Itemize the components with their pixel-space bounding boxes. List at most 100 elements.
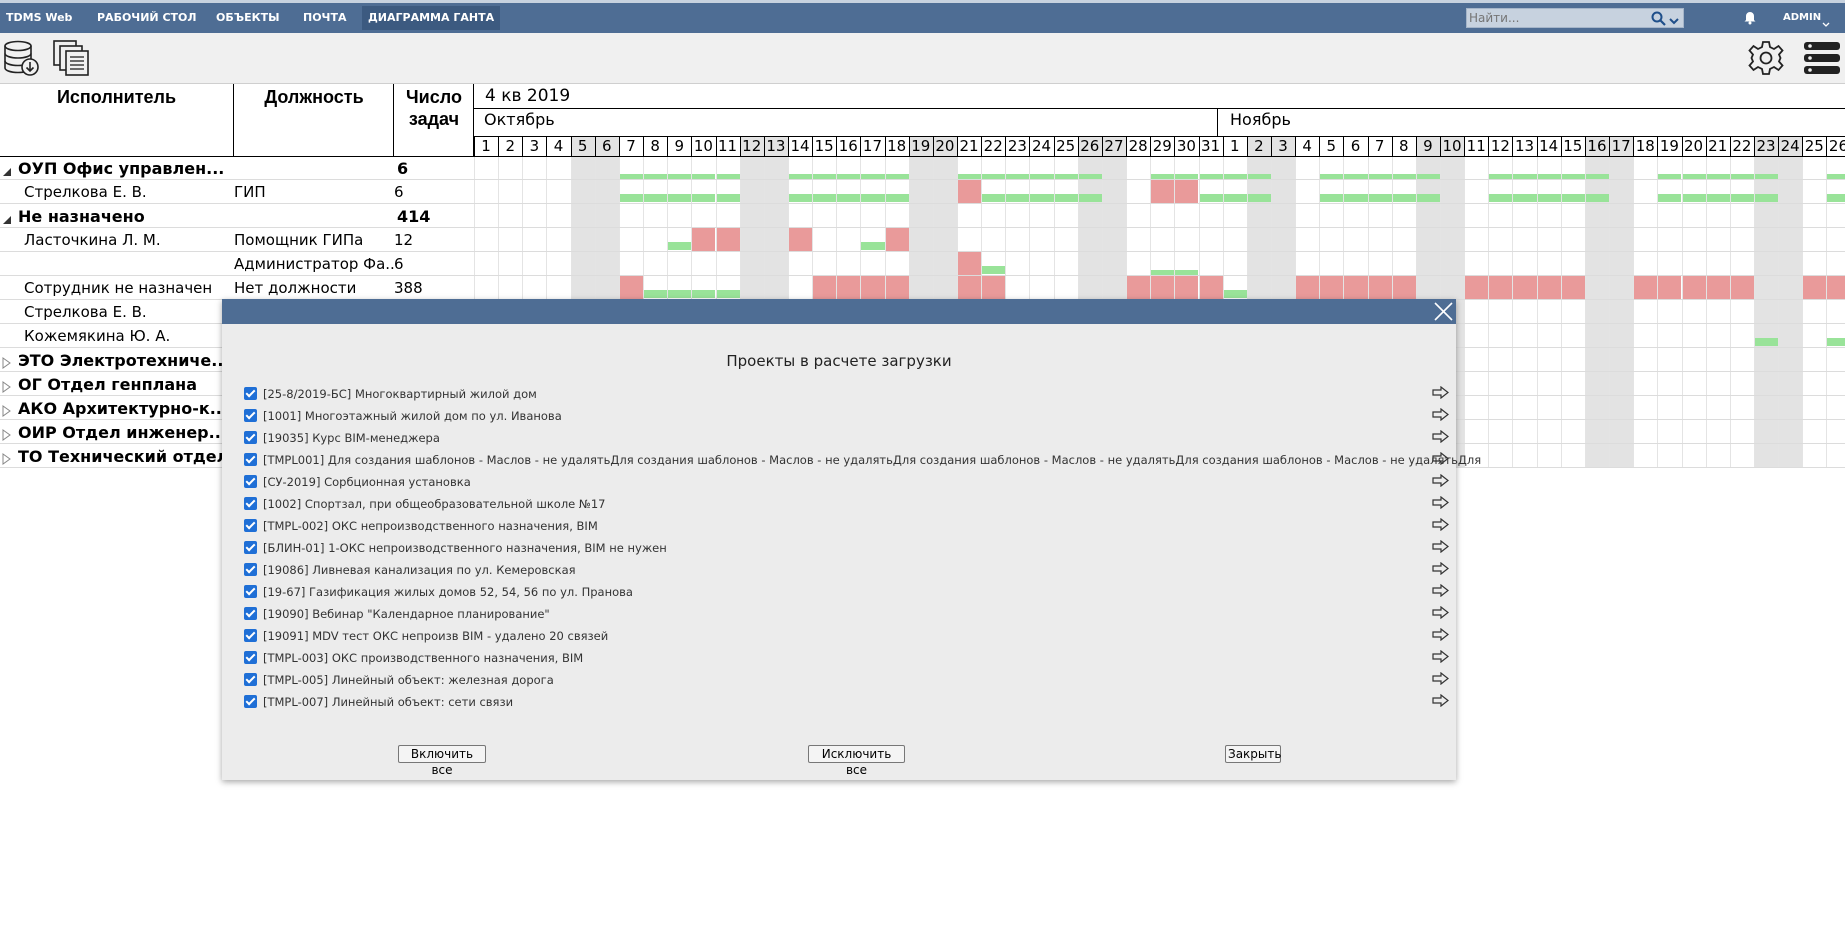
header-task-count-line2[interactable]: задач [395, 109, 473, 130]
open-project-arrow-icon[interactable] [1432, 384, 1449, 403]
project-checkbox[interactable] [244, 497, 257, 510]
load-bar [1488, 194, 1513, 202]
load-bar [1295, 276, 1320, 300]
project-checkbox[interactable] [244, 585, 257, 598]
bell-icon[interactable] [1743, 9, 1757, 29]
nav-item-gantt[interactable]: ДИАГРАММА ГАНТА [362, 6, 501, 30]
executor-name[interactable]: Стрелкова Е. В. [24, 303, 229, 321]
open-project-arrow-icon[interactable] [1432, 560, 1449, 579]
header-task-count-line1[interactable]: Число [395, 87, 473, 108]
project-checkbox[interactable] [244, 431, 257, 444]
project-label[interactable]: [TMPL001] Для создания шаблонов - Маслов… [263, 453, 1481, 467]
project-label[interactable]: [БЛИН-01] 1-ОКС непроизводственного назн… [263, 541, 667, 555]
project-checkbox[interactable] [244, 387, 257, 400]
project-label[interactable]: [СУ-2019] Сорбционная установка [263, 475, 471, 489]
open-project-arrow-icon[interactable] [1432, 582, 1449, 601]
dialog-title: Проекты в расчете загрузки [726, 352, 952, 370]
load-bar [1367, 194, 1392, 202]
project-label[interactable]: [19086] Ливневая канализация по ул. Кеме… [263, 563, 576, 577]
open-project-arrow-icon[interactable] [1432, 538, 1449, 557]
database-download-icon[interactable] [3, 39, 39, 81]
project-checkbox[interactable] [244, 695, 257, 708]
day-number: 9 [1423, 137, 1433, 155]
project-checkbox[interactable] [244, 519, 257, 532]
project-label[interactable]: [1001] Многоэтажный жилой дом по ул. Ива… [263, 409, 562, 423]
open-project-arrow-icon[interactable] [1432, 604, 1449, 623]
day-number: 9 [674, 137, 685, 155]
executor-name[interactable]: Кожемякина Ю. А. [24, 327, 229, 345]
open-project-arrow-icon[interactable] [1432, 692, 1449, 711]
project-checkbox[interactable] [244, 563, 257, 576]
open-project-arrow-icon[interactable] [1432, 450, 1449, 469]
load-bar [1319, 194, 1344, 202]
nav-item-objects[interactable]: ОБЪЕКТЫ [210, 6, 285, 30]
project-checkbox[interactable] [244, 541, 257, 554]
project-checkbox[interactable] [244, 409, 257, 422]
project-checkbox[interactable] [244, 475, 257, 488]
load-bar [643, 194, 668, 202]
open-project-arrow-icon[interactable] [1432, 626, 1449, 645]
group-name[interactable]: ОУП Офис управлен... [18, 159, 233, 178]
project-checkbox[interactable] [244, 651, 257, 664]
search-icon[interactable] [1651, 11, 1666, 30]
open-project-arrow-icon[interactable] [1432, 472, 1449, 491]
day-divider [836, 136, 837, 156]
header-position[interactable]: Должность [235, 87, 393, 108]
nav-item-mail[interactable]: ПОЧТА [297, 6, 352, 30]
project-label[interactable]: [19-67] Газификация жилых домов 52, 54, … [263, 585, 633, 599]
executor-name[interactable]: Ласточкина Л. М. [24, 231, 229, 249]
project-label[interactable]: [19090] Вебинар "Календарное планировани… [263, 607, 550, 621]
project-checkbox[interactable] [244, 629, 257, 642]
load-bar [618, 276, 644, 300]
executor-name[interactable]: Стрелкова Е. В. [24, 183, 229, 201]
project-label[interactable]: [TMPL-007] Линейный объект: сети связи [263, 695, 513, 709]
load-bar [1657, 194, 1682, 202]
project-label[interactable]: [TMPL-003] ОКС производственного назначе… [263, 651, 583, 665]
copy-documents-icon[interactable] [53, 40, 91, 80]
project-label[interactable]: [1002] Спортзал, при общеобразовательной… [263, 497, 606, 511]
exclude-all-button[interactable]: Исключить все [808, 745, 905, 777]
open-project-arrow-icon[interactable] [1432, 494, 1449, 513]
project-checkbox[interactable] [244, 673, 257, 686]
group-name[interactable]: АКО Архитектурно-к... [18, 399, 233, 418]
search-dropdown-icon[interactable] [1668, 12, 1680, 31]
search-input[interactable] [1469, 10, 1649, 26]
project-label[interactable]: [19091] MDV тест ОКС непроизв BIM - удал… [263, 629, 608, 643]
project-checkbox[interactable] [244, 453, 257, 466]
close-button[interactable]: Закрыть [1225, 745, 1281, 763]
open-project-arrow-icon[interactable] [1432, 648, 1449, 667]
brand-logo[interactable]: TDMS Web [0, 6, 78, 30]
header-divider [473, 84, 474, 156]
project-row: [СУ-2019] Сорбционная установка [244, 473, 1449, 492]
project-label[interactable]: [19035] Курс BIM-менеджера [263, 431, 440, 445]
user-menu-chevron-icon[interactable] [1822, 14, 1830, 33]
project-row: [19090] Вебинар "Календарное планировани… [244, 605, 1449, 624]
gear-icon[interactable] [1748, 40, 1784, 80]
close-icon[interactable] [1433, 301, 1454, 326]
group-name[interactable]: Не назначено [18, 207, 233, 226]
group-name[interactable]: ОГ Отдел генплана [18, 375, 233, 394]
group-name[interactable]: ОИР Отдел инженер... [18, 423, 233, 442]
project-label[interactable]: [TMPL-002] ОКС непроизводственного назна… [263, 519, 598, 533]
header-executor[interactable]: Исполнитель [0, 87, 233, 108]
nav-item-desktop[interactable]: РАБОЧИЙ СТОЛ [91, 6, 203, 30]
open-project-arrow-icon[interactable] [1432, 670, 1449, 689]
project-checkbox[interactable] [244, 607, 257, 620]
include-all-button[interactable]: Включить все [398, 745, 486, 777]
load-bar [715, 290, 740, 298]
header-bottom-line [0, 156, 1845, 157]
project-label[interactable]: [TMPL-005] Линейный объект: железная дор… [263, 673, 554, 687]
day-number: 7 [626, 137, 636, 155]
open-project-arrow-icon[interactable] [1432, 428, 1449, 447]
day-divider [1802, 136, 1803, 156]
project-label[interactable]: [25-8/2019-БС] Многоквартирный жилой дом [263, 387, 537, 401]
server-list-icon[interactable] [1803, 41, 1841, 79]
user-menu[interactable]: ADMIN [1777, 6, 1827, 30]
row-divider [0, 227, 1845, 228]
open-project-arrow-icon[interactable] [1432, 406, 1449, 425]
executor-name[interactable]: Сотрудник не назначен [24, 279, 229, 297]
group-name[interactable]: ЭТО Электротехниче... [18, 351, 233, 370]
day-number: 14 [790, 137, 810, 155]
open-project-arrow-icon[interactable] [1432, 516, 1449, 535]
group-name[interactable]: ТО Технический отдел [18, 447, 233, 466]
